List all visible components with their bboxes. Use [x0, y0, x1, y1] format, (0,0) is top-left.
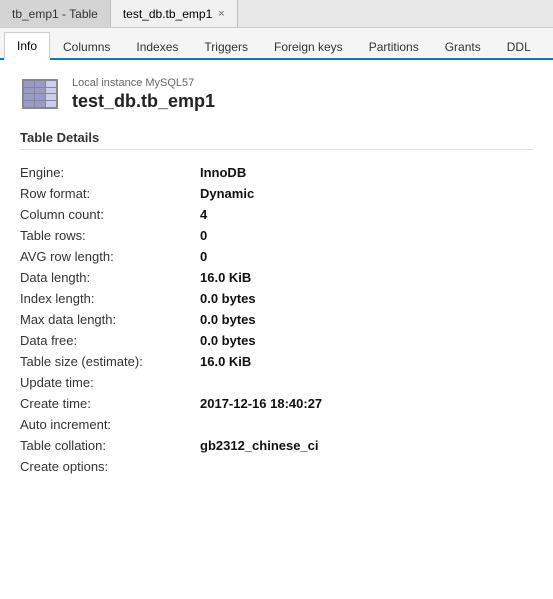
detail-label: Max data length:	[20, 309, 200, 330]
detail-row: Table collation:gb2312_chinese_ci	[20, 435, 533, 456]
table-header-text: Local instance MySQL57 test_db.tb_emp1	[72, 77, 215, 112]
content-area: Local instance MySQL57 test_db.tb_emp1 T…	[0, 60, 553, 599]
detail-label: Create options:	[20, 456, 200, 477]
detail-row: Auto increment:	[20, 414, 533, 435]
detail-row: Update time:	[20, 372, 533, 393]
detail-value: 0.0 bytes	[200, 288, 533, 309]
section-title: Table Details	[20, 130, 533, 150]
detail-label: Row format:	[20, 183, 200, 204]
close-icon[interactable]: ×	[218, 8, 224, 20]
title-tab-2-label: test_db.tb_emp1	[123, 7, 212, 21]
table-icon	[20, 76, 60, 112]
detail-row: Table rows:0	[20, 225, 533, 246]
detail-value: Dynamic	[200, 183, 533, 204]
detail-value: 16.0 KiB	[200, 267, 533, 288]
nav-tab-info[interactable]: Info	[4, 32, 50, 60]
nav-tab-indexes[interactable]: Indexes	[123, 32, 191, 60]
detail-row: Max data length:0.0 bytes	[20, 309, 533, 330]
nav-tab-triggers[interactable]: Triggers	[191, 32, 261, 60]
title-tab-1-label: tb_emp1 - Table	[12, 7, 98, 21]
detail-row: Table size (estimate):16.0 KiB	[20, 351, 533, 372]
nav-tab-foreign-keys[interactable]: Foreign keys	[261, 32, 356, 60]
detail-row: Create time:2017-12-16 18:40:27	[20, 393, 533, 414]
detail-value	[200, 372, 533, 393]
detail-value: 0	[200, 225, 533, 246]
detail-label: Update time:	[20, 372, 200, 393]
detail-value: InnoDB	[200, 162, 533, 183]
detail-row: Data free:0.0 bytes	[20, 330, 533, 351]
detail-row: Row format:Dynamic	[20, 183, 533, 204]
detail-value: 16.0 KiB	[200, 351, 533, 372]
title-bar: tb_emp1 - Table test_db.tb_emp1 ×	[0, 0, 553, 28]
detail-row: AVG row length:0	[20, 246, 533, 267]
detail-value	[200, 456, 533, 477]
detail-label: Table size (estimate):	[20, 351, 200, 372]
detail-label: Engine:	[20, 162, 200, 183]
detail-value: 0.0 bytes	[200, 330, 533, 351]
title-tab-1[interactable]: tb_emp1 - Table	[0, 0, 111, 27]
table-header: Local instance MySQL57 test_db.tb_emp1	[20, 76, 533, 112]
nav-tabs: InfoColumnsIndexesTriggersForeign keysPa…	[0, 28, 553, 60]
details-table: Engine:InnoDBRow format:DynamicColumn co…	[20, 162, 533, 477]
detail-label: Auto increment:	[20, 414, 200, 435]
detail-label: Data free:	[20, 330, 200, 351]
detail-row: Engine:InnoDB	[20, 162, 533, 183]
detail-label: AVG row length:	[20, 246, 200, 267]
detail-value: 4	[200, 204, 533, 225]
instance-label: Local instance MySQL57	[72, 77, 215, 89]
nav-tab-columns[interactable]: Columns	[50, 32, 123, 60]
detail-label: Table rows:	[20, 225, 200, 246]
detail-row: Data length:16.0 KiB	[20, 267, 533, 288]
table-name: test_db.tb_emp1	[72, 91, 215, 112]
detail-label: Column count:	[20, 204, 200, 225]
detail-label: Index length:	[20, 288, 200, 309]
detail-value	[200, 414, 533, 435]
detail-value: 0	[200, 246, 533, 267]
title-tab-2[interactable]: test_db.tb_emp1 ×	[111, 0, 238, 27]
detail-value: gb2312_chinese_ci	[200, 435, 533, 456]
detail-value: 0.0 bytes	[200, 309, 533, 330]
nav-tab-ddl[interactable]: DDL	[494, 32, 544, 60]
detail-label: Data length:	[20, 267, 200, 288]
detail-row: Create options:	[20, 456, 533, 477]
detail-label: Table collation:	[20, 435, 200, 456]
detail-row: Index length:0.0 bytes	[20, 288, 533, 309]
detail-value: 2017-12-16 18:40:27	[200, 393, 533, 414]
detail-row: Column count:4	[20, 204, 533, 225]
detail-label: Create time:	[20, 393, 200, 414]
nav-tab-grants[interactable]: Grants	[432, 32, 494, 60]
nav-tab-partitions[interactable]: Partitions	[356, 32, 432, 60]
